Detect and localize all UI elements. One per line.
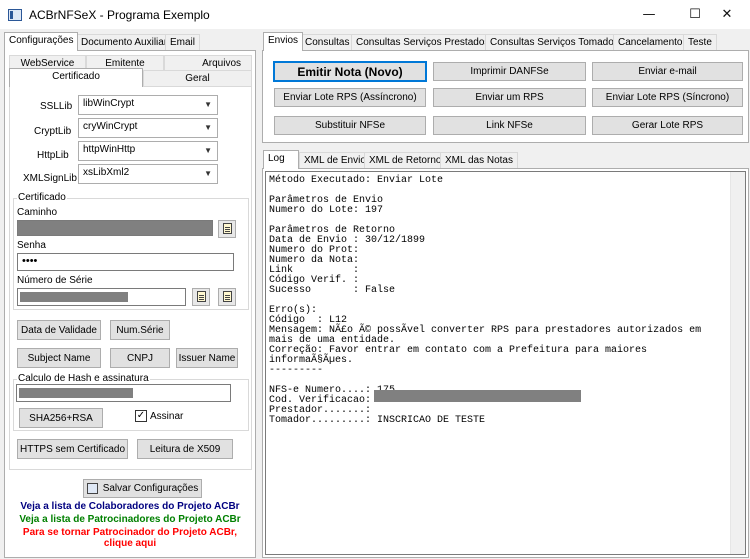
tab-envios[interactable]: Envios: [263, 32, 304, 51]
link-nfse-button[interactable]: Link NFSe: [433, 116, 586, 135]
cryptlib-label: CryptLib: [34, 126, 72, 137]
tab-consultas-tomados[interactable]: Consultas Serviços Tomados: [485, 34, 624, 51]
patrocinador-link-line2[interactable]: clique aqui: [4, 538, 256, 549]
tab-cancelamento[interactable]: Cancelamento: [613, 34, 688, 51]
emitir-nota-button[interactable]: Emitir Nota (Novo): [273, 61, 427, 82]
select-cert-button[interactable]: [192, 288, 210, 306]
leitura-x509-button[interactable]: Leitura de X509: [137, 439, 233, 459]
log-line: Numero do Lote: 197: [269, 205, 384, 216]
gerar-lote-rps-button[interactable]: Gerar Lote RPS: [592, 116, 743, 135]
log-line: Método Executado: Enviar Lote: [269, 175, 444, 186]
hash-group-label: Calculo de Hash e assinatura: [17, 373, 150, 384]
file-icon: [223, 223, 232, 234]
subject-name-button[interactable]: Subject Name: [17, 348, 101, 368]
certificado-group-label: Certificado: [17, 192, 67, 203]
redacted-prestador: [374, 390, 581, 402]
cryptlib-value: cryWinCrypt: [83, 121, 138, 132]
imprimir-danfse-button[interactable]: Imprimir DANFSe: [433, 62, 586, 81]
https-sem-cert-button[interactable]: HTTPS sem Certificado: [17, 439, 128, 459]
title-bar: ACBrNFSeX - Programa Exemplo — ☐ ✕: [0, 0, 750, 30]
enviar-email-button[interactable]: Enviar e-mail: [592, 62, 743, 81]
xmlsignlib-select[interactable]: xsLibXml2 ▼: [78, 164, 218, 184]
minimize-button[interactable]: —: [626, 0, 672, 30]
salvar-label: Salvar Configurações: [102, 483, 199, 494]
httplib-value: httpWinHttp: [83, 144, 136, 155]
log-line: ---------: [269, 365, 324, 376]
tab-xml-notas[interactable]: XML das Notas: [440, 152, 518, 169]
cryptlib-select[interactable]: cryWinCrypt ▼: [78, 118, 218, 138]
substituir-nfse-button[interactable]: Substituir NFSe: [274, 116, 426, 135]
ssllib-value: libWinCrypt: [83, 98, 135, 109]
senha-field[interactable]: ••••: [17, 253, 234, 271]
serie-label: Número de Série: [17, 275, 93, 286]
data-validade-button[interactable]: Data de Validade: [17, 320, 101, 340]
tab-documento-auxiliar[interactable]: Documento Auxiliar: [76, 34, 173, 51]
tab-geral[interactable]: Geral: [143, 70, 252, 87]
log-scrollbar[interactable]: [730, 172, 745, 554]
issuer-name-button[interactable]: Issuer Name: [176, 348, 238, 368]
redacted-serie: [20, 292, 128, 302]
hash-input[interactable]: [16, 384, 231, 402]
tab-email[interactable]: Email: [165, 34, 201, 51]
redacted-hash: [19, 388, 133, 398]
log-textarea[interactable]: Método Executado: Enviar Lote Parâmetros …: [265, 171, 746, 555]
chevron-down-icon: ▼: [204, 169, 212, 178]
log-line: informaÃ§Ãµes.: [269, 355, 354, 366]
salvar-button[interactable]: Salvar Configurações: [83, 479, 202, 498]
tab-consultas-prestados[interactable]: Consultas Serviços Prestados: [351, 34, 495, 51]
xmlsignlib-label: XMLSignLib: [23, 173, 77, 184]
file-icon: [223, 291, 232, 302]
enviar-um-rps-button[interactable]: Enviar um RPS: [433, 88, 586, 107]
ssllib-label: SSLLib: [40, 101, 73, 112]
app-icon: [8, 9, 22, 21]
enviar-lote-assincrono-button[interactable]: Enviar Lote RPS (Assíncrono): [274, 88, 426, 107]
sha256-button[interactable]: SHA256+RSA: [19, 408, 103, 428]
ssllib-select[interactable]: libWinCrypt ▼: [78, 95, 218, 115]
assinar-checkbox[interactable]: ✓: [135, 410, 147, 422]
enviar-lote-sincrono-button[interactable]: Enviar Lote RPS (Síncrono): [592, 88, 743, 107]
patrocinador-link-line1[interactable]: Para se tornar Patrocinador do Projeto A…: [4, 527, 256, 538]
tab-teste[interactable]: Teste: [683, 34, 717, 51]
load-cert-button[interactable]: [218, 288, 236, 306]
log-line: Sucesso : False: [269, 285, 396, 296]
assinar-label: Assinar: [150, 411, 184, 422]
tab-log[interactable]: Log: [263, 150, 299, 169]
num-serie-button[interactable]: Num.Série: [110, 320, 170, 340]
chevron-down-icon: ▼: [204, 100, 212, 109]
colaboradores-link[interactable]: Veja a lista de Colaboradores do Projeto…: [4, 501, 256, 512]
browse-file-button[interactable]: [218, 220, 236, 238]
tab-consultas[interactable]: Consultas: [300, 34, 355, 51]
close-button[interactable]: ✕: [704, 0, 750, 30]
xmlsignlib-value: xsLibXml2: [83, 167, 130, 178]
httplib-label: HttpLib: [37, 150, 69, 161]
tab-xml-envio[interactable]: XML de Envio: [299, 152, 371, 169]
save-icon: [86, 483, 98, 494]
patrocinadores-link[interactable]: Veja a lista de Patrocinadores do Projet…: [4, 514, 256, 525]
file-icon: [197, 291, 206, 302]
senha-label: Senha: [17, 240, 46, 251]
caminho-label: Caminho: [17, 207, 58, 218]
httplib-select[interactable]: httpWinHttp ▼: [78, 141, 218, 161]
log-line: Tomador.........: INSCRICAO DE TESTE: [269, 415, 486, 426]
tab-certificado[interactable]: Certificado: [9, 68, 143, 87]
chevron-down-icon: ▼: [204, 123, 212, 132]
window-title: ACBrNFSeX - Programa Exemplo: [29, 8, 210, 22]
serie-field[interactable]: [17, 288, 186, 306]
chevron-down-icon: ▼: [204, 146, 212, 155]
tab-xml-retorno[interactable]: XML de Retorno: [364, 152, 447, 169]
caminho-field[interactable]: [17, 220, 213, 236]
cnpj-button[interactable]: CNPJ: [110, 348, 170, 368]
tab-configuracoes[interactable]: Configurações: [4, 32, 79, 51]
